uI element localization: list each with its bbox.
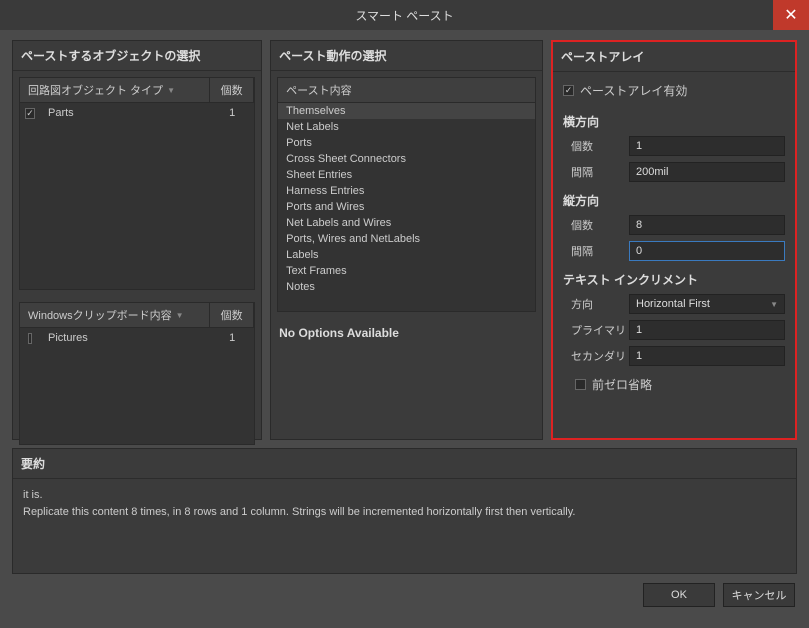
list-item[interactable]: Themselves bbox=[278, 103, 535, 119]
primary-input[interactable] bbox=[629, 320, 785, 340]
list-item[interactable]: Ports, Wires and NetLabels bbox=[278, 231, 535, 247]
table-header: 回路図オブジェクト タイプ▼ 個数 bbox=[20, 78, 254, 103]
list-item[interactable]: Labels bbox=[278, 247, 535, 263]
list-item[interactable]: Notes bbox=[278, 279, 535, 295]
list-item[interactable]: Harness Entries bbox=[278, 183, 535, 199]
schematic-objects-table: 回路図オブジェクト タイプ▼ 個数 Parts 1 bbox=[19, 77, 255, 290]
direction-row: 方向 Horizontal First ▼ bbox=[563, 294, 785, 314]
direction-value: Horizontal First bbox=[636, 298, 710, 310]
close-icon: ✕ bbox=[784, 5, 797, 25]
paste-as-list[interactable]: ThemselvesNet LabelsPortsCross Sheet Con… bbox=[277, 102, 536, 312]
content: ペーストするオブジェクトの選択 回路図オブジェクト タイプ▼ 個数 Parts … bbox=[0, 30, 809, 444]
vert-count-label: 個数 bbox=[563, 217, 629, 233]
col-clipboard[interactable]: Windowsクリップボード内容▼ bbox=[20, 303, 210, 327]
caret-down-icon: ▼ bbox=[167, 86, 175, 95]
summary-line2: Replicate this content 8 times, in 8 row… bbox=[23, 504, 786, 521]
caret-down-icon: ▼ bbox=[176, 311, 184, 320]
cancel-button[interactable]: キャンセル bbox=[723, 583, 795, 607]
table-body: Parts 1 bbox=[20, 103, 254, 289]
horiz-spacing-label: 間隔 bbox=[563, 164, 629, 180]
table-header: Windowsクリップボード内容▼ 個数 bbox=[20, 303, 254, 328]
action-panel-header: ペースト動作の選択 bbox=[271, 41, 542, 71]
paste-array-header: ペーストアレイ bbox=[553, 42, 795, 72]
clipboard-table: Windowsクリップボード内容▼ 個数 Pictures 1 bbox=[19, 302, 255, 445]
horizontal-label: 横方向 bbox=[563, 113, 785, 130]
row-name: Pictures bbox=[40, 330, 210, 346]
paste-as-list-wrap: ペースト内容 ThemselvesNet LabelsPortsCross Sh… bbox=[277, 77, 536, 312]
chevron-down-icon: ▼ bbox=[770, 300, 778, 309]
secondary-label: セカンダリ bbox=[563, 348, 629, 364]
close-button[interactable]: ✕ bbox=[773, 0, 809, 30]
col-count[interactable]: 個数 bbox=[210, 78, 254, 102]
col-count[interactable]: 個数 bbox=[210, 303, 254, 327]
summary-body: it is. Replicate this content 8 times, i… bbox=[13, 479, 796, 528]
vert-spacing-input[interactable] bbox=[629, 241, 785, 261]
row-checkbox[interactable] bbox=[25, 108, 35, 119]
list-item[interactable]: Cross Sheet Connectors bbox=[278, 151, 535, 167]
secondary-row: セカンダリ bbox=[563, 346, 785, 366]
horiz-count-input[interactable] bbox=[629, 136, 785, 156]
row-name: Parts bbox=[40, 105, 210, 121]
col-type[interactable]: 回路図オブジェクト タイプ▼ bbox=[20, 78, 210, 102]
row-checkbox[interactable] bbox=[28, 333, 32, 344]
vert-count-input[interactable] bbox=[629, 215, 785, 235]
primary-row: プライマリ bbox=[563, 320, 785, 340]
list-item[interactable]: Ports and Wires bbox=[278, 199, 535, 215]
vert-count-row: 個数 bbox=[563, 215, 785, 235]
row-count: 1 bbox=[210, 330, 254, 346]
paste-as-header: ペースト内容 bbox=[277, 77, 536, 102]
direction-label: 方向 bbox=[563, 296, 629, 312]
objects-panel: ペーストするオブジェクトの選択 回路図オブジェクト タイプ▼ 個数 Parts … bbox=[12, 40, 262, 440]
vert-spacing-label: 間隔 bbox=[563, 243, 629, 259]
action-panel: ペースト動作の選択 ペースト内容 ThemselvesNet LabelsPor… bbox=[270, 40, 543, 440]
enable-array-row[interactable]: ペーストアレイ有効 bbox=[563, 78, 785, 103]
enable-array-label: ペーストアレイ有効 bbox=[580, 82, 687, 99]
titlebar: スマート ペースト ✕ bbox=[0, 0, 809, 30]
direction-select[interactable]: Horizontal First ▼ bbox=[629, 294, 785, 314]
list-item[interactable]: Net Labels bbox=[278, 119, 535, 135]
primary-label: プライマリ bbox=[563, 322, 629, 338]
paste-array-body: ペーストアレイ有効 横方向 個数 間隔 縦方向 個数 間隔 テキスト インクリメ… bbox=[553, 72, 795, 403]
leading-zero-row[interactable]: 前ゼロ省略 bbox=[563, 372, 785, 397]
table-body: Pictures 1 bbox=[20, 328, 254, 444]
list-item[interactable]: Sheet Entries bbox=[278, 167, 535, 183]
list-item[interactable]: Text Frames bbox=[278, 263, 535, 279]
horiz-spacing-row: 間隔 bbox=[563, 162, 785, 182]
summary-panel: 要約 it is. Replicate this content 8 times… bbox=[12, 448, 797, 574]
summary-header: 要約 bbox=[13, 449, 796, 479]
summary-line1: it is. bbox=[23, 487, 786, 504]
enable-array-checkbox[interactable] bbox=[563, 85, 574, 96]
horiz-count-row: 個数 bbox=[563, 136, 785, 156]
list-item[interactable]: Ports bbox=[278, 135, 535, 151]
row-count: 1 bbox=[210, 105, 254, 121]
vert-spacing-row: 間隔 bbox=[563, 241, 785, 261]
list-item[interactable]: Net Labels and Wires bbox=[278, 215, 535, 231]
objects-panel-header: ペーストするオブジェクトの選択 bbox=[13, 41, 261, 71]
paste-array-panel: ペーストアレイ ペーストアレイ有効 横方向 個数 間隔 縦方向 個数 間隔 bbox=[551, 40, 797, 440]
secondary-input[interactable] bbox=[629, 346, 785, 366]
text-increment-label: テキスト インクリメント bbox=[563, 271, 785, 288]
horiz-count-label: 個数 bbox=[563, 138, 629, 154]
table-row[interactable]: Pictures 1 bbox=[20, 328, 254, 348]
leading-zero-checkbox[interactable] bbox=[575, 379, 586, 390]
leading-zero-label: 前ゼロ省略 bbox=[592, 376, 652, 393]
ok-button[interactable]: OK bbox=[643, 583, 715, 607]
no-options-label: No Options Available bbox=[271, 318, 542, 348]
vertical-label: 縦方向 bbox=[563, 192, 785, 209]
footer: OK キャンセル bbox=[0, 574, 809, 616]
window-title: スマート ペースト bbox=[355, 7, 453, 24]
table-row[interactable]: Parts 1 bbox=[20, 103, 254, 123]
horiz-spacing-input[interactable] bbox=[629, 162, 785, 182]
